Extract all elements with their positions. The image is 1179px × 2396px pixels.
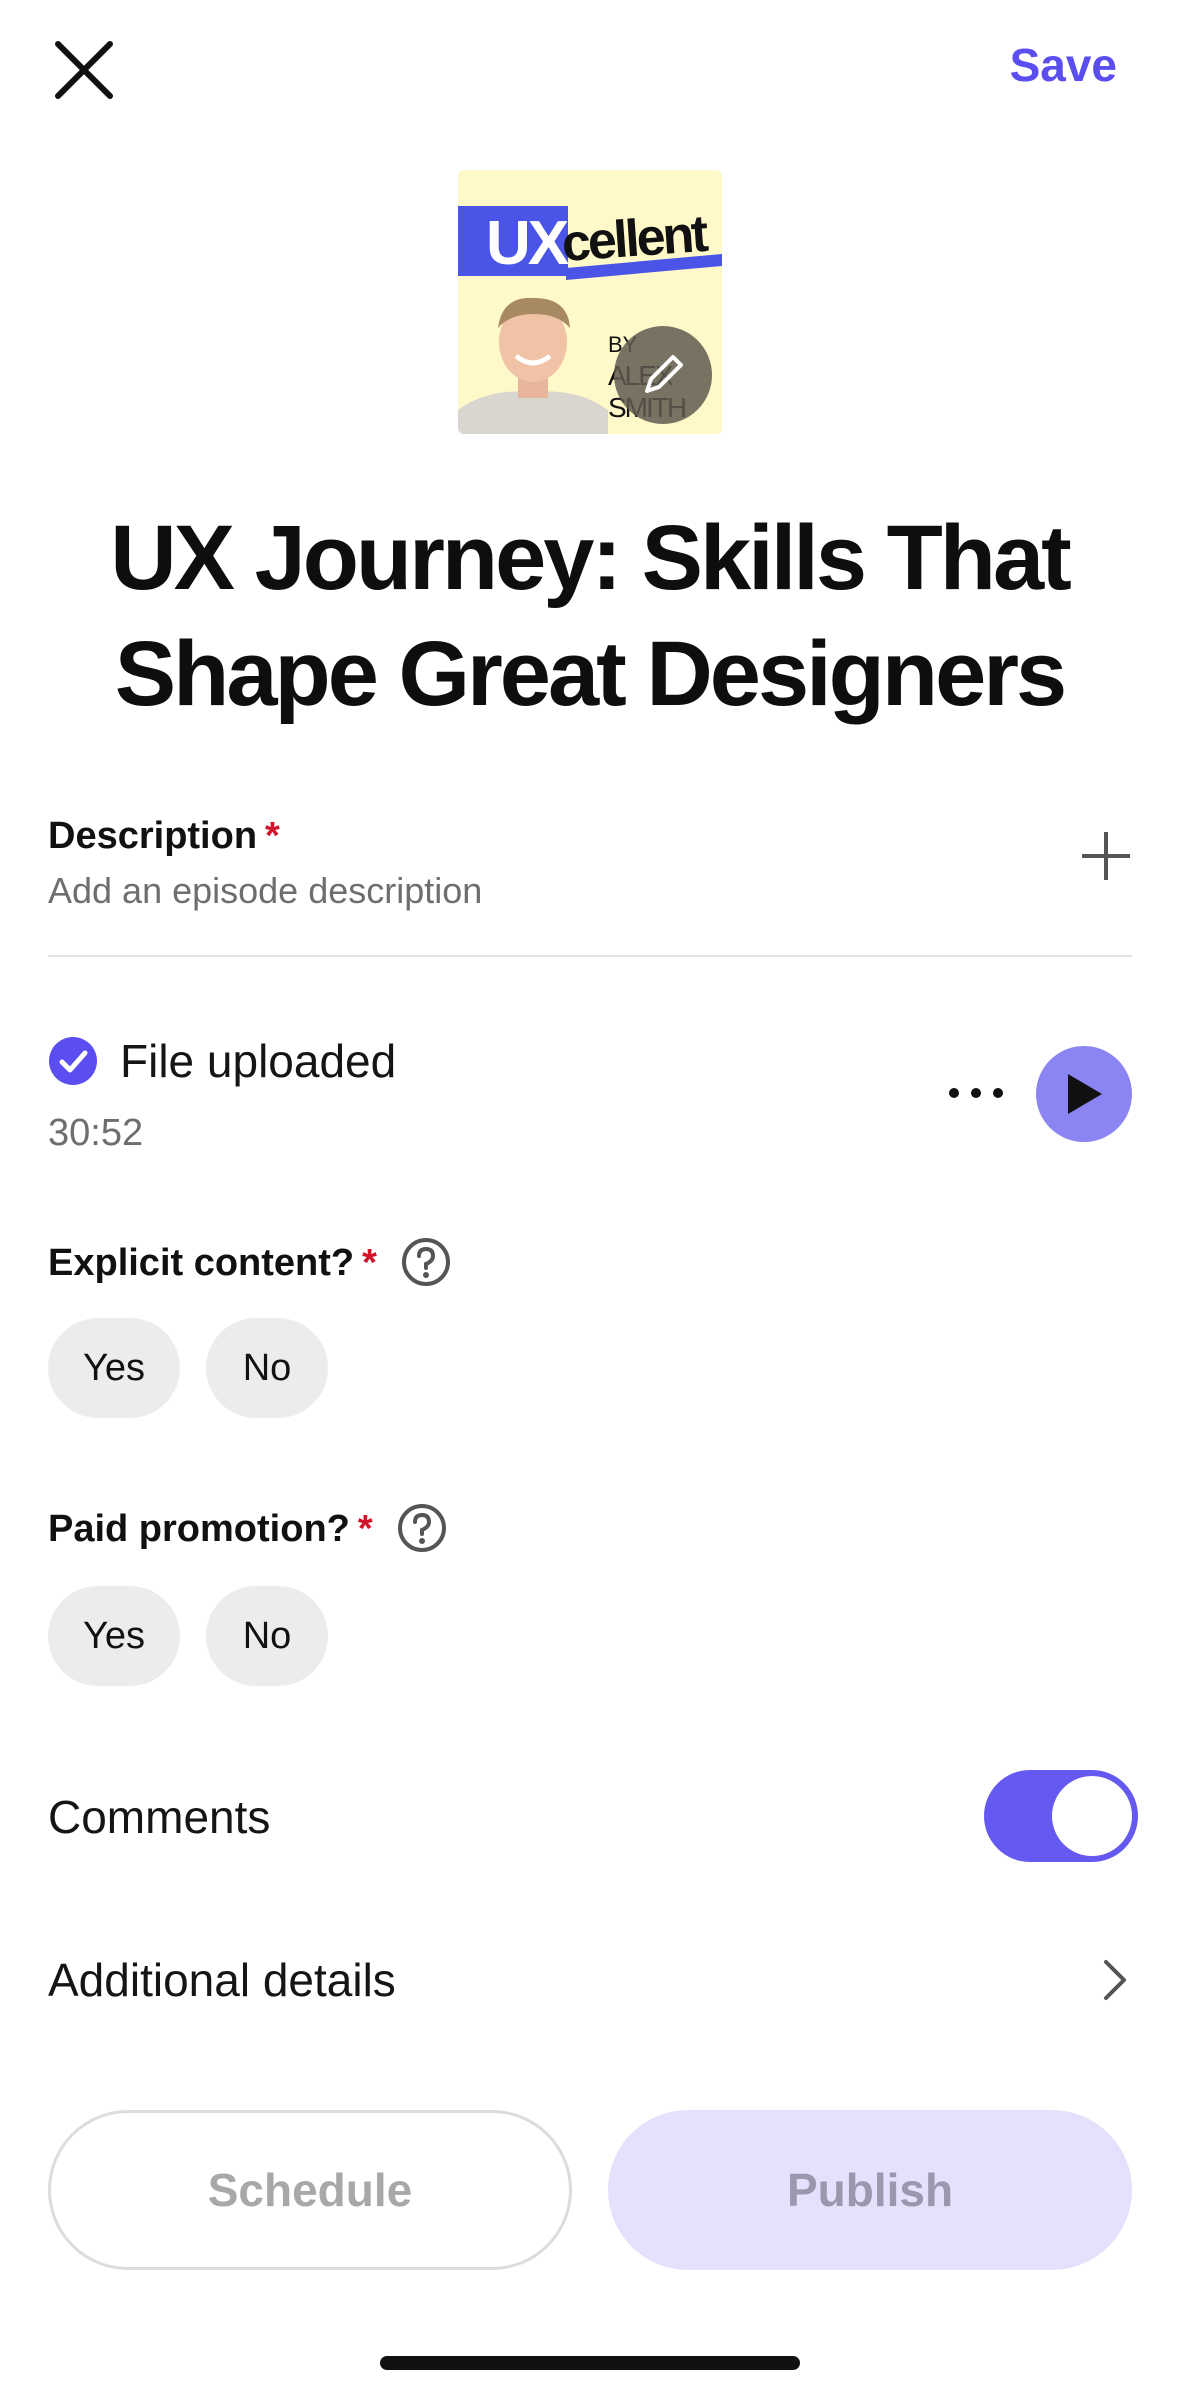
required-mark: *	[357, 1508, 373, 1550]
more-icon	[949, 1088, 1003, 1098]
play-button[interactable]	[1036, 1046, 1132, 1142]
chevron-right-icon	[1104, 1960, 1126, 2000]
explicit-yes-option[interactable]: Yes	[48, 1318, 180, 1418]
pencil-icon	[645, 355, 683, 393]
cover-brand-prefix: UX	[486, 209, 569, 278]
required-mark: *	[362, 1242, 377, 1284]
required-mark: *	[265, 815, 280, 857]
explicit-no-option[interactable]: No	[206, 1318, 328, 1418]
episode-title[interactable]: UX Journey: Skills That Shape Great Desi…	[60, 500, 1119, 732]
cover-brand-suffix: cellent	[559, 205, 708, 273]
add-description-button[interactable]	[1076, 826, 1136, 886]
close-button[interactable]	[44, 30, 124, 110]
check-circle-icon	[49, 1037, 97, 1085]
toggle-knob	[1052, 1776, 1132, 1856]
plus-icon	[1082, 832, 1130, 880]
divider	[48, 955, 1132, 957]
home-indicator	[380, 2356, 800, 2370]
host-photo	[458, 280, 608, 434]
paid-promotion-label: Paid promotion? *	[48, 1508, 373, 1550]
save-button[interactable]: Save	[1010, 38, 1117, 92]
close-icon	[55, 41, 113, 99]
file-status: File uploaded	[120, 1035, 397, 1087]
schedule-button[interactable]: Schedule	[48, 2110, 572, 2270]
additional-details-label: Additional details	[48, 1954, 396, 2006]
paid-promotion-yes-option[interactable]: Yes	[48, 1586, 180, 1686]
paid-promotion-no-option[interactable]: No	[206, 1586, 328, 1686]
explicit-content-label: Explicit content? *	[48, 1242, 377, 1284]
edit-cover-button[interactable]	[614, 326, 712, 424]
play-icon	[1068, 1074, 1102, 1114]
more-options-button[interactable]	[944, 1075, 1008, 1111]
comments-toggle[interactable]	[984, 1770, 1138, 1862]
description-input[interactable]: Add an episode description	[48, 870, 482, 912]
comments-label: Comments	[48, 1791, 271, 1843]
help-icon[interactable]	[400, 1236, 452, 1288]
help-icon[interactable]	[396, 1502, 448, 1554]
publish-button[interactable]: Publish	[608, 2110, 1132, 2270]
description-label: Description *	[48, 815, 280, 857]
file-duration: 30:52	[48, 1112, 144, 1154]
